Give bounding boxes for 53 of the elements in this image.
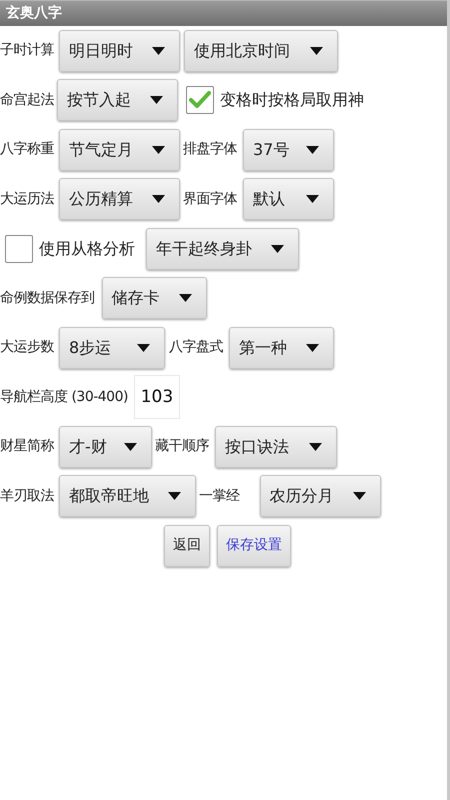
field-label: 藏干顺序 — [155, 437, 209, 456]
checkbox[interactable] — [5, 234, 33, 263]
caret-icon — [310, 46, 323, 55]
field-label: 大运历法 — [0, 190, 54, 209]
caret-icon — [306, 146, 319, 154]
dropdown[interactable]: 年干起终身卦 — [146, 228, 299, 270]
field-label: 财星简称 — [0, 437, 54, 456]
caret-icon — [271, 244, 284, 253]
window-title: 玄奥八字 — [6, 4, 62, 23]
field-label: 子时计算 — [0, 41, 54, 60]
dropdown[interactable]: 使用北京时间 — [184, 30, 338, 72]
field-label: 羊刃取法 — [0, 486, 54, 506]
dropdown[interactable]: 按口诀法 — [215, 426, 337, 468]
caret-icon — [124, 442, 137, 451]
dropdown[interactable]: 37号 — [243, 128, 334, 171]
field-label: 命例数据保存到 — [0, 288, 94, 308]
caret-icon — [137, 344, 150, 352]
field-label: 界面字体 — [183, 190, 237, 209]
caret-icon — [152, 146, 165, 154]
dropdown[interactable]: 才-财 — [59, 426, 152, 468]
checkbox-label: 使用从格分析 — [39, 238, 135, 260]
dropdown[interactable]: 按节入起 — [57, 79, 178, 122]
dropdown[interactable]: 8步运 — [59, 326, 165, 369]
field-label: 一掌经 — [199, 486, 240, 506]
checkmark-icon — [189, 91, 211, 110]
dropdown[interactable]: 农历分月 — [260, 475, 380, 518]
caret-icon — [168, 492, 181, 500]
dropdown[interactable]: 明日明时 — [59, 30, 180, 72]
field-label: 排盘字体 — [183, 140, 237, 160]
caret-icon — [178, 294, 192, 302]
back-button[interactable]: 返回 — [164, 524, 210, 567]
save-button[interactable]: 保存设置 — [217, 524, 291, 567]
field-label: 八字盘式 — [169, 338, 223, 358]
dropdown[interactable]: 公历精算 — [59, 178, 180, 220]
caret-icon — [352, 492, 366, 500]
caret-icon — [306, 195, 319, 204]
field-label: 命宫起法 — [0, 90, 54, 110]
caret-icon — [309, 442, 322, 451]
field-label: 导航栏高度 (30-400) — [0, 388, 128, 407]
field-label: 八字称重 — [0, 140, 54, 160]
dropdown[interactable]: 储存卡 — [102, 277, 206, 320]
field-label: 大运步数 — [0, 338, 54, 358]
checkbox-label: 变格时按格局取用神 — [220, 89, 364, 112]
caret-icon — [150, 96, 163, 104]
dropdown[interactable]: 节气定月 — [59, 128, 180, 171]
caret-icon — [306, 344, 319, 352]
input-field[interactable]: 103 — [134, 375, 180, 420]
dropdown[interactable]: 都取帝旺地 — [59, 475, 196, 518]
caret-icon — [152, 195, 165, 204]
checkbox[interactable] — [186, 86, 214, 114]
dropdown[interactable]: 默认 — [243, 178, 334, 220]
caret-icon — [152, 46, 165, 55]
dropdown[interactable]: 第一种 — [229, 326, 334, 369]
